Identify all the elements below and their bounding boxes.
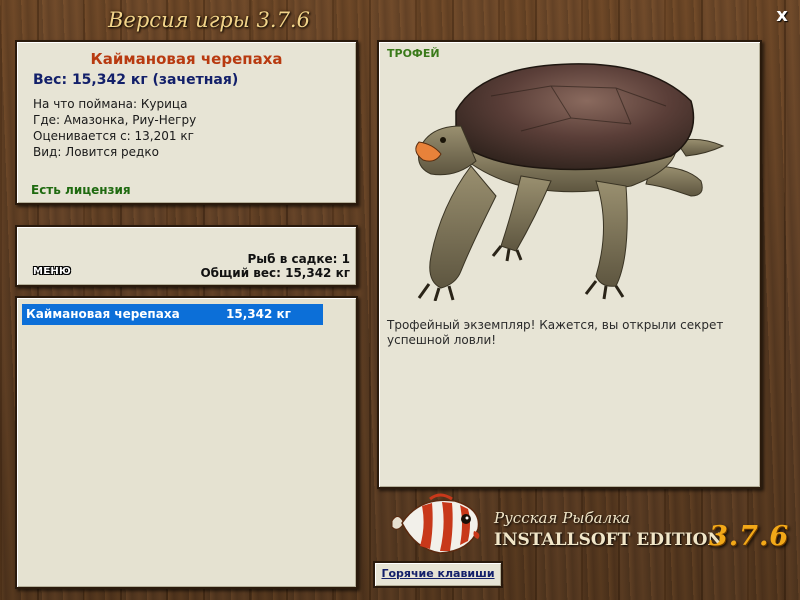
trophy-panel: ТРОФЕЙ Трофейный экземпляр! Кажется, вы … (377, 40, 762, 489)
fish-info-panel: Каймановая черепаха Вес: 15,342 кг (заче… (15, 40, 358, 205)
total-weight: Общий вес: 15,342 кг (200, 266, 350, 280)
location-info: Где: Амазонка, Риу-Негру (33, 113, 197, 127)
fish-count: Рыб в садке: 1 (247, 252, 351, 266)
license-status: Есть лицензия (31, 183, 131, 197)
turtle-icon (415, 63, 725, 301)
bait-info: На что поймана: Курица (33, 97, 188, 111)
rating-info: Оценивается с: 13,201 кг (33, 129, 194, 143)
catch-list-panel: Каймановая черепаха 15,342 кг (15, 296, 358, 589)
list-item-name: Каймановая черепаха (26, 307, 180, 321)
menu-button[interactable]: МЕНЮ (33, 266, 71, 277)
trophy-description: Трофейный экземпляр! Кажется, вы открыли… (387, 318, 724, 347)
logo-version: 3.7.6 (709, 521, 790, 552)
keepnet-summary-panel: МЕНЮ Рыб в садке: 1 Общий вес: 15,342 кг (15, 225, 358, 287)
title-bar: Версия игры 3.7.6 x (0, 0, 800, 40)
hotkeys-button[interactable]: Горячие клавиши (373, 561, 503, 588)
rarity-info: Вид: Ловится редко (33, 145, 159, 159)
fish-icon (391, 493, 480, 554)
logo-edition: INSTALLSOFT EDITION (494, 530, 723, 550)
fish-weight: Вес: 15,342 кг (зачетная) (33, 72, 239, 88)
list-item[interactable]: Каймановая черепаха 15,342 кг (22, 304, 323, 325)
fish-name: Каймановая черепаха (90, 50, 283, 68)
version-title: Версия игры 3.7.6 (108, 8, 310, 32)
list-item-weight: 15,342 кг (226, 307, 291, 321)
close-button[interactable]: x (772, 6, 792, 26)
logo-title: Русская Рыбалка (494, 509, 631, 527)
